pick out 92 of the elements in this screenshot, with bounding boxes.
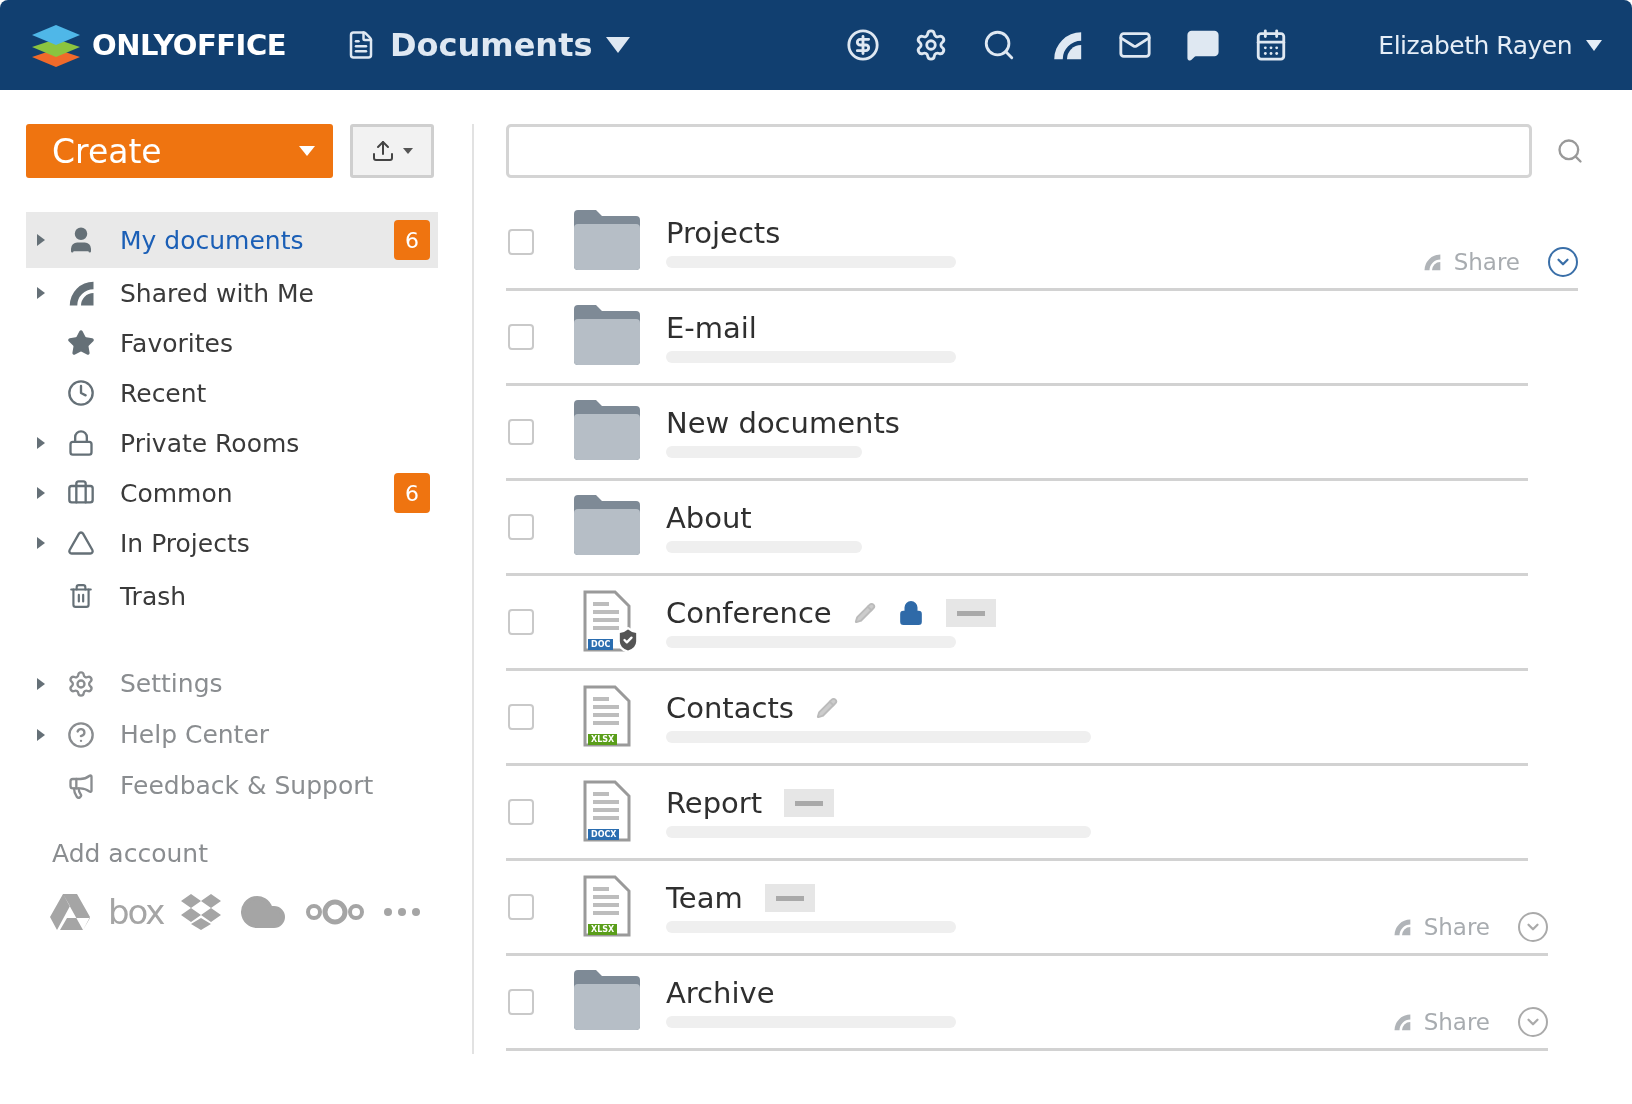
expand-arrow-icon[interactable] [36,287,46,299]
count-badge: 6 [394,220,430,260]
checkbox[interactable] [508,799,534,825]
file-name[interactable]: Report [666,786,763,820]
expand-arrow-icon[interactable] [36,677,46,690]
nav-label: Trash [120,581,187,611]
caret-icon[interactable] [1586,39,1602,51]
star-icon [67,329,95,357]
nav-label: Feedback & Support [120,771,374,800]
nav-label: Favorites [120,328,233,358]
file-name[interactable]: Contacts [666,691,794,725]
search-field[interactable] [506,124,1532,178]
minus-tag[interactable] [764,884,815,912]
chat-icon[interactable] [1186,28,1221,62]
count-badge: 6 [394,473,430,513]
folder-icon [574,305,640,365]
checkbox[interactable] [508,324,534,350]
file-name[interactable]: New documents [666,406,900,440]
format-label: XLSX [588,734,618,745]
nav-item[interactable]: In Projects [26,518,438,568]
module-title[interactable]: Documents [390,26,593,64]
payments-icon[interactable] [846,28,881,62]
nav-label: Common [120,478,233,508]
nav-item[interactable]: Recent [26,368,438,418]
minus-tag[interactable] [784,789,835,817]
nav-item[interactable]: Trash [26,568,438,624]
menu-dropdown[interactable] [1548,247,1578,277]
format-label: XLSX [588,924,618,935]
nav-label: My documents [120,225,304,255]
expand-arrow-icon[interactable] [36,487,46,499]
document-icon [583,875,631,937]
file-name[interactable]: Archive [666,976,775,1010]
document-icon [583,780,631,842]
nav-label: Shared with Me [120,278,314,308]
more-icon[interactable] [383,907,422,917]
upload-icon[interactable] [371,139,395,163]
upload-button[interactable] [350,124,434,178]
checkbox[interactable] [508,989,534,1015]
folder-icon [574,970,640,1030]
nextcloud-icon[interactable] [305,897,366,927]
nav-label: Private Rooms [120,428,300,458]
caret-icon[interactable] [403,148,413,154]
document-icon [583,685,631,747]
nav-label: Recent [120,378,207,408]
brand-name: ONLYOFFICE [92,28,286,62]
format-label: DOC [588,639,614,650]
caret-icon[interactable] [606,37,631,53]
help-icon [67,720,95,749]
nav-label: In Projects [120,528,250,558]
nav-item[interactable]: Common 6 [26,468,438,518]
expand-arrow-icon[interactable] [36,234,46,246]
nav-label: Settings [120,669,223,698]
dropbox-icon[interactable] [181,894,222,930]
lock-icon[interactable] [897,600,924,626]
drive-icon[interactable] [50,894,90,930]
file-name[interactable]: E-mail [666,311,757,345]
folder-icon [574,210,640,270]
megaphone-icon [67,771,95,800]
minus-tag[interactable] [945,599,996,627]
checkbox[interactable] [508,894,534,920]
file-name[interactable]: Projects [666,216,781,250]
file-name[interactable]: Team [666,881,743,915]
nav-item[interactable]: My documents 6 [26,212,438,268]
pencil-icon[interactable] [853,602,876,624]
nav-item[interactable]: Favorites [26,318,438,368]
expand-arrow-icon[interactable] [36,537,46,549]
menu-dropdown[interactable] [1518,912,1548,942]
pencil-icon[interactable] [815,697,838,719]
expand-arrow-icon[interactable] [36,728,46,741]
checkbox[interactable] [508,229,534,255]
settings-icon [67,669,95,698]
nav-label: Help Center [120,720,270,749]
checkbox[interactable] [508,419,534,445]
folder-icon [574,495,640,555]
clock-icon [67,379,95,407]
file-name[interactable]: Conference [666,596,832,630]
checkbox[interactable] [508,609,534,635]
section-title: Add account [52,839,209,868]
format-label: DOCX [588,829,620,840]
briefcase-icon [67,479,95,507]
user-name[interactable]: Elizabeth Rayen [1378,30,1572,60]
nav-item[interactable]: Shared with Me [26,268,438,318]
trash-icon [68,583,94,609]
lock-icon [67,429,95,457]
nav-item[interactable]: Private Rooms [26,418,438,468]
file-name[interactable]: About [666,501,752,535]
logo-icon [30,23,82,67]
checkbox[interactable] [508,514,534,540]
checkbox[interactable] [508,704,534,730]
menu-dropdown[interactable] [1518,1007,1548,1037]
expand-arrow-icon[interactable] [36,437,46,449]
folder-icon [574,400,640,460]
